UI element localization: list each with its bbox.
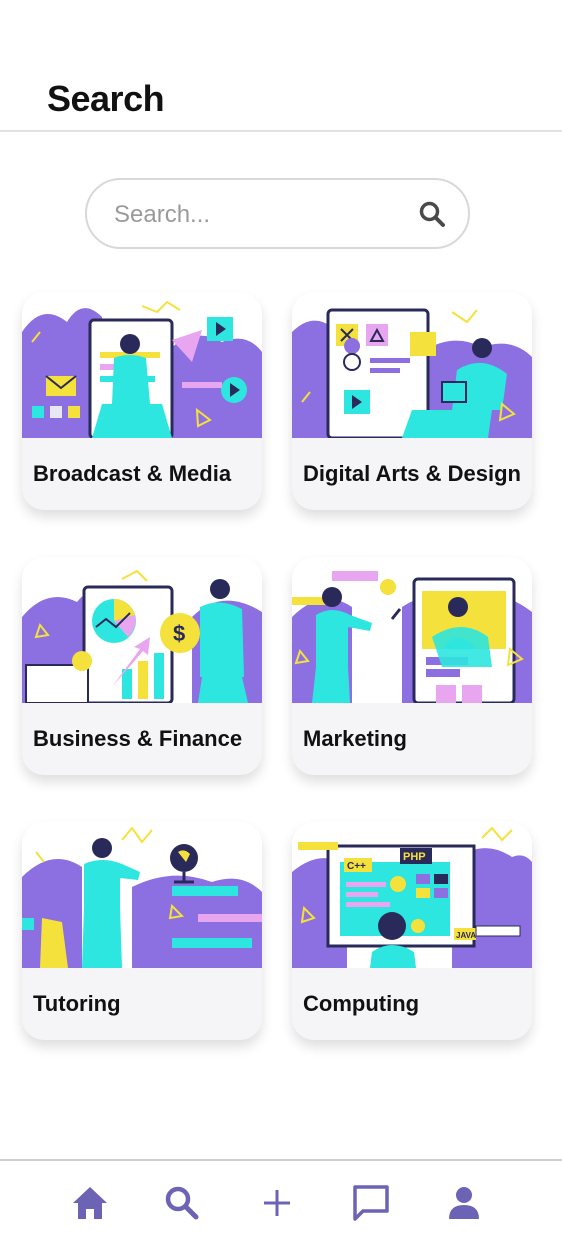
home-icon[interactable] [71, 1185, 109, 1221]
nav-search[interactable] [160, 1181, 204, 1225]
chat-icon[interactable] [351, 1183, 391, 1223]
search-bar[interactable] [85, 178, 470, 249]
category-card-marketing[interactable]: Marketing [292, 557, 532, 775]
search-input[interactable] [112, 196, 406, 234]
search-icon[interactable] [418, 200, 446, 228]
php-label: PHP [403, 851, 426, 863]
category-label: Computing [303, 990, 420, 1016]
broadcast-media-illustration [22, 292, 262, 438]
category-card-broadcast-media[interactable]: Broadcast & Media [22, 292, 262, 510]
computing-illustration: C++ PHP JAVA [292, 822, 532, 968]
nav-home[interactable] [68, 1181, 112, 1225]
nav-profile[interactable] [442, 1181, 486, 1225]
svg-text:$: $ [173, 621, 185, 646]
marketing-illustration [292, 557, 532, 703]
category-card-business-finance[interactable]: $ Business & Finance [22, 557, 262, 775]
bottom-navigation [0, 1159, 562, 1246]
nav-messages[interactable] [349, 1181, 393, 1225]
java-label: JAVA [456, 931, 476, 940]
profile-icon[interactable] [446, 1185, 482, 1221]
category-card-computing[interactable]: C++ PHP JAVA Computing [292, 822, 532, 1040]
page-title: Search [47, 78, 165, 119]
digital-arts-illustration [292, 292, 532, 438]
plus-icon[interactable] [261, 1187, 293, 1219]
category-label: Digital Arts & Design [303, 460, 521, 486]
search-icon[interactable] [164, 1185, 200, 1221]
category-label: Marketing [303, 725, 407, 751]
category-card-digital-arts-design[interactable]: Digital Arts & Design [292, 292, 532, 510]
tutoring-illustration [22, 822, 262, 968]
header: Search [0, 0, 562, 132]
category-label: Tutoring [33, 990, 121, 1016]
nav-create[interactable] [255, 1181, 299, 1225]
category-label: Broadcast & Media [33, 460, 232, 486]
category-label: Business & Finance [33, 725, 243, 751]
category-card-tutoring[interactable]: Tutoring [22, 822, 262, 1040]
business-finance-illustration: $ [22, 557, 262, 703]
cpp-label: C++ [347, 861, 366, 872]
